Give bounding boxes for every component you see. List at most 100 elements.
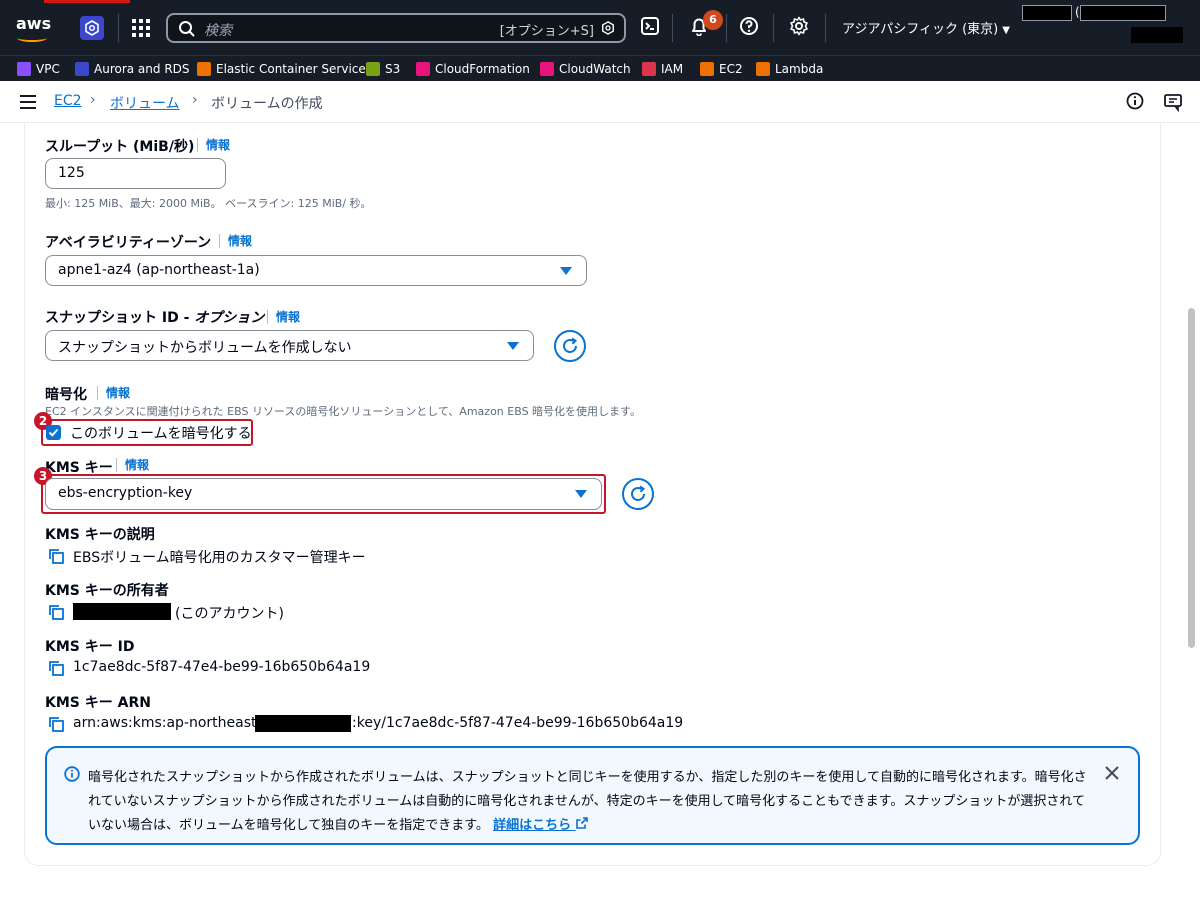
account-paren: (	[1075, 5, 1080, 19]
redacted-account-name	[1022, 5, 1072, 21]
favorite-s3[interactable]: S3	[366, 61, 400, 77]
search-placeholder: 検索	[204, 23, 232, 39]
throughput-input[interactable]: 125	[45, 158, 226, 189]
scrollbar-thumb[interactable]	[1188, 308, 1195, 648]
aws-logo[interactable]: aws	[16, 14, 51, 42]
caret-down-icon	[575, 490, 587, 498]
encrypt-volume-label[interactable]: このボリュームを暗号化する	[70, 423, 252, 443]
region-label: アジアパシフィック (東京)	[842, 22, 999, 37]
s3-icon	[366, 62, 380, 76]
encryption-description: EC2 インスタンスに関連付けられた EBS リソースの暗号化ソリューションとし…	[45, 405, 641, 418]
kms-key-id-value: 1c7ae8dc-5f87-47e4-be99-16b650b64a19	[73, 659, 371, 675]
settings-gear-icon[interactable]	[789, 16, 813, 40]
snapshot-id-value: スナップショットからボリュームを作成しない	[58, 340, 352, 356]
favorite-aurora-rds[interactable]: Aurora and RDS	[75, 61, 190, 77]
kms-arn-suffix: :key/1c7ae8dc-5f87-47e4-be99-16b650b64a1…	[352, 715, 684, 731]
favorite-ecs[interactable]: Elastic Container Service	[197, 61, 366, 77]
learn-more-link[interactable]: 詳細はこちら	[493, 817, 588, 833]
refresh-icon	[563, 337, 578, 353]
amazon-q-hex-icon	[602, 21, 614, 35]
checkmark-icon	[48, 428, 59, 437]
info-alert: 暗号化されたスナップショットから作成されたボリュームは、スナップショットと同じキ…	[45, 746, 1140, 845]
encrypt-volume-checkbox[interactable]	[46, 425, 61, 440]
kms-description-value: EBSボリューム暗号化用のカスタマー管理キー	[73, 550, 366, 566]
info-panel-icon[interactable]	[1126, 92, 1146, 112]
cloudshell-icon[interactable]	[640, 16, 664, 40]
kms-key-id-label: KMS キー ID	[45, 639, 135, 655]
cloudformation-icon	[416, 62, 430, 76]
info-icon	[64, 766, 80, 782]
kms-description-label: KMS キーの説明	[45, 527, 155, 543]
notification-count-badge: 6	[703, 10, 723, 30]
favorites-bar: VPC Aurora and RDS Elastic Container Ser…	[0, 55, 1200, 81]
refresh-kms-keys-button[interactable]	[622, 478, 654, 510]
availability-zone-label: アベイラビリティーゾーン	[45, 235, 212, 251]
caret-down-icon	[560, 267, 572, 275]
kms-key-select[interactable]: ebs-encryption-key	[45, 478, 602, 510]
amazon-q-icon[interactable]	[80, 16, 104, 40]
refresh-icon	[631, 485, 646, 501]
chevron-right-icon: ›	[90, 92, 96, 108]
topbar-divider	[726, 14, 727, 42]
favorite-lambda[interactable]: Lambda	[756, 61, 823, 77]
rds-icon	[75, 62, 89, 76]
alert-text: 暗号化されたスナップショットから作成されたボリュームは、スナップショットと同じキ…	[88, 766, 1088, 838]
topbar-divider	[825, 14, 826, 42]
availability-zone-select[interactable]: apne1-az4 (ap-northeast-1a)	[45, 255, 587, 286]
top-navigation-bar: aws 検索 [オプション+S] 6 アジアパシフィック (東京) ▼ (	[0, 0, 1200, 55]
top-accent-strip	[44, 0, 130, 3]
caret-down-icon	[507, 342, 519, 350]
chevron-right-icon: ›	[192, 92, 198, 108]
redacted-role	[1131, 27, 1183, 43]
favorite-vpc[interactable]: VPC	[17, 61, 60, 77]
redacted-account-id	[255, 715, 351, 732]
snapshot-id-select[interactable]: スナップショットからボリュームを作成しない	[45, 330, 534, 361]
copy-icon[interactable]	[48, 548, 64, 564]
refresh-snapshots-button[interactable]	[554, 330, 586, 362]
region-selector[interactable]: アジアパシフィック (東京) ▼	[842, 18, 1010, 37]
breadcrumb-current: ボリュームの作成	[211, 96, 323, 112]
throughput-info-link[interactable]: 情報	[197, 138, 230, 152]
close-icon[interactable]	[1104, 765, 1120, 781]
kms-owner-label: KMS キーの所有者	[45, 583, 169, 599]
encryption-info-link[interactable]: 情報	[97, 386, 130, 400]
menu-hamburger-icon[interactable]	[20, 95, 36, 109]
search-input[interactable]: 検索 [オプション+S]	[166, 13, 626, 43]
throughput-hint: 最小: 125 MiB、最大: 2000 MiB。 ベースライン: 125 Mi…	[45, 197, 372, 210]
lambda-icon	[756, 62, 770, 76]
external-link-icon	[575, 817, 588, 829]
topbar-divider	[672, 14, 673, 42]
throughput-label: スループット (MiB/秒)	[45, 139, 195, 155]
breadcrumb: EC2 › ボリューム › ボリュームの作成	[0, 81, 1200, 123]
caret-down-icon: ▼	[1002, 25, 1010, 36]
breadcrumb-ec2[interactable]: EC2	[54, 93, 82, 109]
snapshot-id-label: スナップショット ID - オプション	[45, 310, 265, 326]
copy-icon[interactable]	[48, 604, 64, 620]
kms-arn-prefix: arn:aws:kms:ap-northeast-1:	[73, 715, 276, 731]
cloudwatch-icon	[540, 62, 554, 76]
favorite-ec2[interactable]: EC2	[700, 61, 743, 77]
favorite-iam[interactable]: IAM	[642, 61, 683, 77]
kms-arn-label: KMS キー ARN	[45, 695, 151, 711]
availability-zone-info-link[interactable]: 情報	[219, 234, 252, 248]
ecs-icon	[197, 62, 211, 76]
help-icon[interactable]	[739, 16, 763, 40]
search-icon	[179, 21, 195, 37]
copy-icon[interactable]	[48, 716, 64, 732]
search-shortcut-hint: [オプション+S]	[499, 24, 594, 39]
copy-icon[interactable]	[48, 660, 64, 676]
favorite-cloudwatch[interactable]: CloudWatch	[540, 61, 631, 77]
topbar-divider	[118, 14, 119, 42]
services-grid-icon[interactable]	[131, 18, 151, 38]
favorite-cloudformation[interactable]: CloudFormation	[416, 61, 530, 77]
redacted-account-id[interactable]	[1080, 5, 1166, 21]
iam-icon	[642, 62, 656, 76]
snapshot-id-info-link[interactable]: 情報	[267, 310, 300, 324]
kms-owner-suffix: (このアカウント)	[175, 606, 284, 622]
availability-zone-value: apne1-az4 (ap-northeast-1a)	[58, 262, 260, 278]
kms-key-info-link[interactable]: 情報	[116, 458, 149, 472]
feedback-icon[interactable]	[1163, 92, 1183, 113]
topbar-divider	[773, 14, 774, 42]
breadcrumb-volumes[interactable]: ボリューム	[110, 93, 180, 113]
kms-key-value: ebs-encryption-key	[58, 485, 193, 501]
